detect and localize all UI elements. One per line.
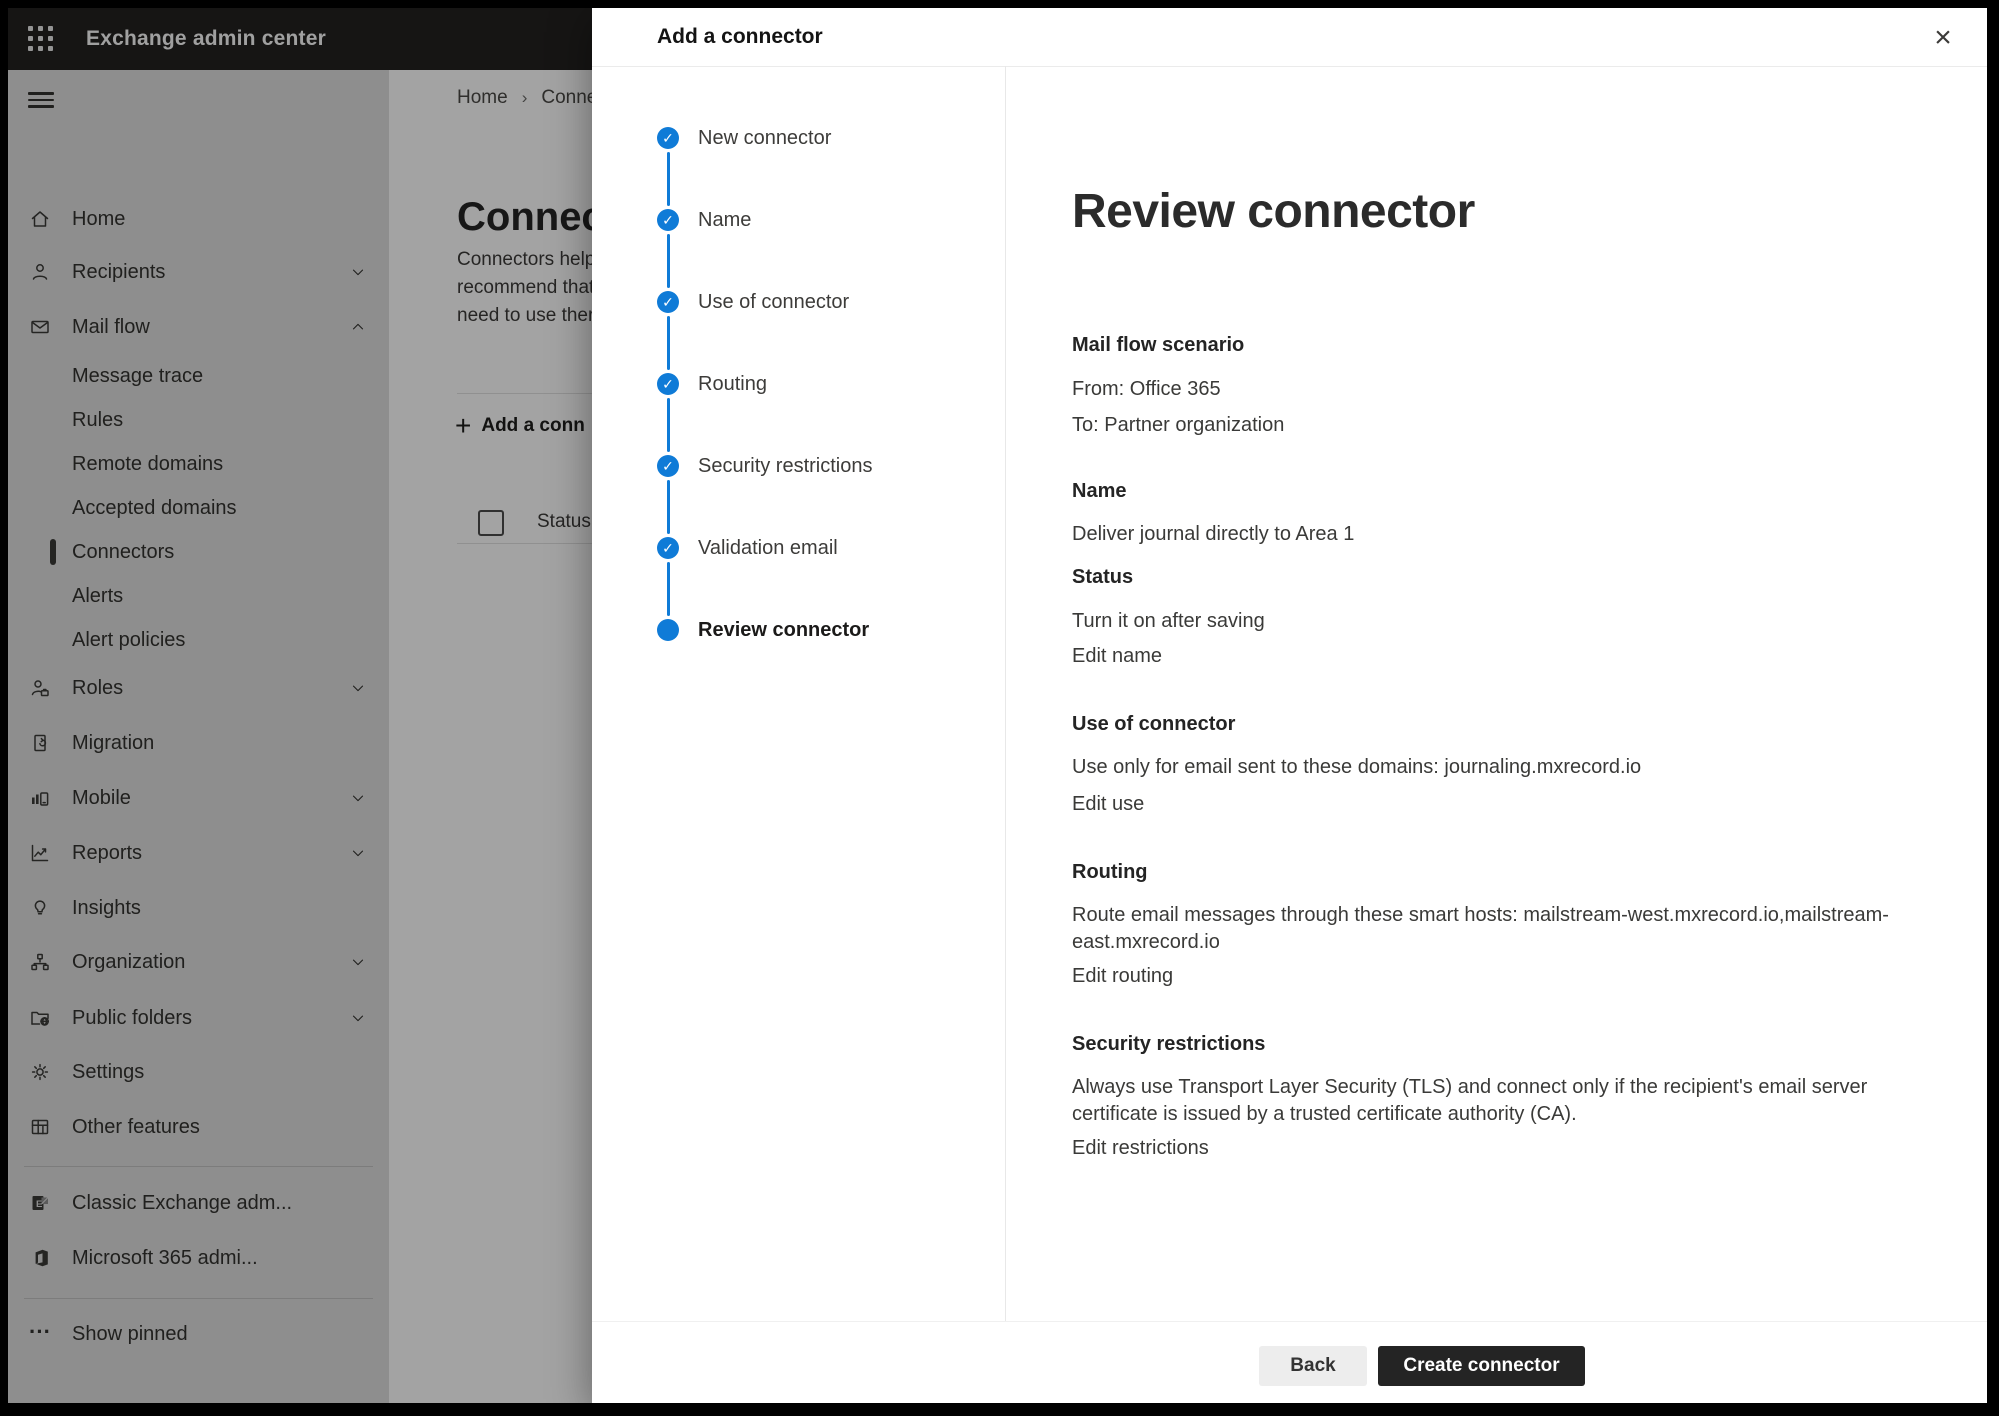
edit-restrictions-link[interactable]: Edit restrictions (1072, 1135, 1209, 1161)
exchange-admin-center-app: Exchange admin center Home Recipients Ma… (8, 8, 1987, 1403)
back-button[interactable]: Back (1259, 1346, 1367, 1386)
routing-title: Routing (1072, 859, 1148, 885)
step-check-icon: ✓ (657, 291, 679, 313)
step-connector-line (667, 234, 670, 288)
step-connector-line (667, 316, 670, 370)
window-frame: Exchange admin center Home Recipients Ma… (0, 0, 1999, 1416)
step-review-connector: Review connector (698, 617, 869, 643)
step-security-restrictions: Security restrictions (698, 453, 873, 479)
step-use-of-connector: Use of connector (698, 289, 849, 315)
step-connector-line (667, 398, 670, 452)
dialog-title: Add a connector (657, 25, 823, 49)
security-restrictions-value: Always use Transport Layer Security (TLS… (1072, 1074, 1910, 1128)
use-of-connector-value: Use only for email sent to these domains… (1072, 754, 1910, 781)
step-check-icon: ✓ (657, 127, 679, 149)
step-name: Name (698, 207, 751, 233)
step-check-icon: ✓ (657, 537, 679, 559)
dialog-header: Add a connector × (592, 8, 1987, 67)
step-check-icon: ✓ (657, 209, 679, 231)
step-check-icon: ✓ (657, 373, 679, 395)
create-connector-button[interactable]: Create connector (1378, 1346, 1585, 1386)
routing-value: Route email messages through these smart… (1072, 902, 1910, 956)
use-of-connector-title: Use of connector (1072, 711, 1235, 737)
step-current-dot (657, 619, 679, 641)
step-connector-line (667, 480, 670, 534)
step-connector-line (667, 562, 670, 616)
step-connector-line (667, 152, 670, 206)
mail-flow-from: From: Office 365 (1072, 376, 1910, 403)
mail-flow-to: To: Partner organization (1072, 412, 1910, 439)
step-validation-email: Validation email (698, 535, 838, 561)
wizard-stepper: ✓ ✓ ✓ ✓ ✓ ✓ New connector Name Use of co… (592, 66, 1006, 1322)
step-new-connector: New connector (698, 125, 831, 151)
review-pane: Review connector Mail flow scenario From… (1006, 66, 1987, 1322)
close-icon[interactable]: × (1921, 16, 1965, 60)
edit-routing-link[interactable]: Edit routing (1072, 963, 1173, 989)
name-value: Deliver journal directly to Area 1 (1072, 521, 1910, 548)
review-heading: Review connector (1072, 184, 1475, 239)
step-check-icon: ✓ (657, 455, 679, 477)
name-title: Name (1072, 478, 1126, 504)
add-connector-dialog: Add a connector × ✓ ✓ ✓ ✓ ✓ ✓ New connec… (592, 8, 1987, 1403)
step-routing: Routing (698, 371, 767, 397)
status-value: Turn it on after saving (1072, 608, 1910, 635)
status-title: Status (1072, 564, 1133, 590)
mail-flow-scenario-title: Mail flow scenario (1072, 332, 1244, 358)
edit-use-link[interactable]: Edit use (1072, 791, 1144, 817)
dialog-footer: Back Create connector (592, 1321, 1987, 1403)
security-restrictions-title: Security restrictions (1072, 1031, 1265, 1057)
edit-name-link[interactable]: Edit name (1072, 643, 1162, 669)
